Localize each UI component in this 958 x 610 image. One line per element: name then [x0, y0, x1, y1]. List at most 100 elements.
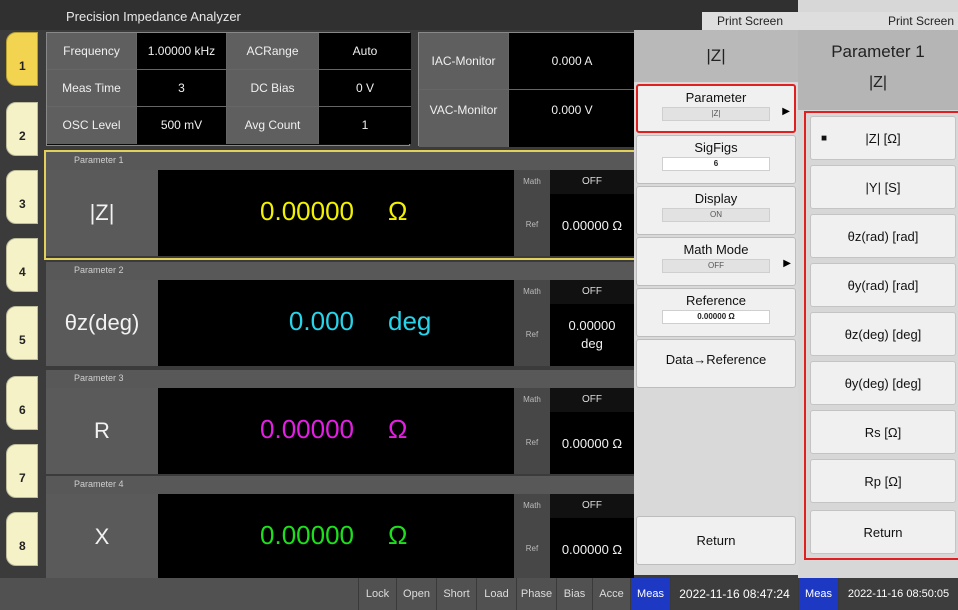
channel-tab-7[interactable]: 7 — [6, 444, 38, 498]
ref-value: 0.00000 Ω — [561, 541, 623, 557]
frequency-label[interactable]: Frequency — [47, 33, 137, 70]
parameter-menu-title: Parameter 1 — [831, 42, 925, 61]
parameter-value: 0.00000 — [260, 520, 354, 550]
parameter-reading: 0.00000 Ω — [158, 494, 514, 580]
parameter-panel-4[interactable]: Parameter 4 X 0.00000 Ω Math OFF Ref 0.0… — [46, 476, 634, 582]
option-thetaz-deg[interactable]: θz(deg) [deg] — [810, 312, 956, 356]
triangle-right-icon: ▶ — [782, 106, 790, 117]
parameter-menu-subtitle: |Z| — [868, 74, 888, 91]
data-reference-button[interactable]: Data→Reference — [636, 339, 796, 388]
parameter-panel-3[interactable]: Parameter 3 R 0.00000 Ω Math OFF Ref 0.0… — [46, 370, 634, 476]
math-value: OFF — [550, 170, 634, 194]
parameter-menu-header: Parameter 1 |Z| — [798, 30, 958, 110]
math-label: Math — [514, 494, 550, 518]
ref-value: 0.00000 deg — [568, 318, 616, 351]
parameter-side: Math OFF Ref 0.00000 deg — [514, 280, 634, 366]
iac-monitor-label: IAC-Monitor — [419, 33, 509, 90]
status-bias: Bias — [556, 578, 592, 610]
osclevel-label[interactable]: OSC Level — [47, 107, 137, 144]
avgcount-value[interactable]: 1 — [319, 107, 411, 144]
print-screen-button[interactable]: Print Screen — [702, 12, 798, 30]
option-thetay-rad[interactable]: θy(rad) [rad] — [810, 263, 956, 307]
parameter-panel-1[interactable]: Parameter 1 |Z| 0.00000 Ω Math OFF Ref 0… — [44, 150, 636, 260]
menu-return-button[interactable]: Return — [810, 510, 956, 554]
math-value: OFF — [550, 388, 634, 412]
option-rp[interactable]: Rp [Ω] — [810, 459, 956, 503]
parameter-value: 0.00000 — [260, 196, 354, 226]
selected-marker-icon: ■ — [821, 133, 828, 144]
parameter-reading: 0.00000 Ω — [158, 170, 514, 256]
osclevel-value[interactable]: 500 mV — [137, 107, 227, 144]
channel-tab-5[interactable]: 5 — [6, 306, 38, 360]
parameter-menu-window: Print Screen Parameter 1 |Z| ■ |Z| [Ω] |… — [798, 0, 958, 610]
ref-label: Ref — [514, 194, 550, 256]
display-label: Display — [694, 191, 738, 206]
sigfigs-label: SigFigs — [694, 140, 738, 155]
display-softkey[interactable]: Display ON — [636, 186, 796, 235]
channel-tab-1[interactable]: 1 — [6, 32, 38, 86]
math-label: Math — [514, 388, 550, 412]
title-bar: Precision Impedance Analyzer Print Scree… — [0, 0, 798, 30]
triangle-right-icon: ▶ — [783, 258, 791, 269]
meas-indicator: Meas — [630, 578, 670, 610]
math-value: OFF — [550, 494, 634, 518]
option-z-ohm[interactable]: ■ |Z| [Ω] — [810, 116, 956, 160]
mathmode-value: OFF — [662, 259, 770, 273]
mathmode-softkey[interactable]: Math Mode OFF ▶ — [636, 237, 796, 286]
acrange-value[interactable]: Auto — [319, 33, 411, 70]
option-thetay-deg[interactable]: θy(deg) [deg] — [810, 361, 956, 405]
sigfigs-value[interactable]: 6 — [662, 157, 770, 171]
monitor-panel: IAC-Monitor 0.000 A VAC-Monitor 0.000 V — [418, 32, 635, 147]
iac-monitor-value: 0.000 A — [509, 33, 635, 90]
app-title: Precision Impedance Analyzer — [66, 9, 241, 24]
math-label: Math — [514, 280, 550, 304]
parameter-unit: deg — [388, 306, 432, 336]
parameter-unit: Ω — [388, 520, 408, 550]
dcbias-label[interactable]: DC Bias — [227, 70, 319, 107]
meastime-label[interactable]: Meas Time — [47, 70, 137, 107]
option-rs[interactable]: Rs [Ω] — [810, 410, 956, 454]
avgcount-label[interactable]: Avg Count — [227, 107, 319, 144]
measurement-settings: Frequency 1.00000 kHz ACRange Auto Meas … — [46, 32, 411, 146]
vac-monitor-value: 0.000 V — [509, 90, 635, 147]
dcbias-value[interactable]: 0 V — [319, 70, 411, 107]
meastime-value[interactable]: 3 — [137, 70, 227, 107]
status-lock: Lock — [358, 578, 396, 610]
option-y-siemens[interactable]: |Y| [S] — [810, 165, 956, 209]
channel-tab-3[interactable]: 3 — [6, 170, 38, 224]
status-short: Short — [436, 578, 476, 610]
softkey-header: |Z| — [634, 30, 798, 82]
status-open: Open — [396, 578, 436, 610]
sigfigs-softkey[interactable]: SigFigs 6 — [636, 135, 796, 184]
parameter-name: R — [46, 388, 158, 474]
reference-softkey[interactable]: Reference 0.00000 Ω — [636, 288, 796, 337]
reference-label: Reference — [686, 293, 746, 308]
channel-tab-2[interactable]: 2 — [6, 102, 38, 156]
status-bar: Lock Open Short Load Phase Bias Acce Mea… — [0, 578, 798, 610]
math-label: Math — [514, 170, 550, 194]
parameter-name: X — [46, 494, 158, 580]
parameter-panel-2[interactable]: Parameter 2 θz(deg) 0.000 deg Math OFF R… — [46, 262, 634, 368]
parameter-softkey-label: Parameter — [685, 90, 747, 105]
return-button[interactable]: Return — [636, 516, 796, 565]
ref-value: 0.00000 Ω — [561, 217, 623, 233]
parameter-softkey[interactable]: Parameter |Z| ▶ — [636, 84, 796, 133]
print-screen-button[interactable]: Print Screen — [798, 12, 958, 30]
acrange-label[interactable]: ACRange — [227, 33, 319, 70]
timestamp: 2022-11-16 08:47:24 — [670, 578, 798, 610]
softkey-column: |Z| Parameter |Z| ▶ SigFigs 6 Display ON… — [634, 30, 798, 575]
channel-tab-4[interactable]: 4 — [6, 238, 38, 292]
parameter-header: Parameter 2 — [46, 262, 634, 280]
parameter-reading: 0.00000 Ω — [158, 388, 514, 474]
frequency-value[interactable]: 1.00000 kHz — [137, 33, 227, 70]
channel-tab-8[interactable]: 8 — [6, 512, 38, 566]
ref-label: Ref — [514, 518, 550, 580]
reference-value[interactable]: 0.00000 Ω — [662, 310, 770, 324]
parameter-unit: Ω — [388, 196, 408, 226]
parameter-side: Math OFF Ref 0.00000 Ω — [514, 170, 634, 256]
ref-value: 0.00000 Ω — [561, 435, 623, 451]
option-thetaz-rad[interactable]: θz(rad) [rad] — [810, 214, 956, 258]
menu-status-bar: Meas 2022-11-16 08:50:05 — [798, 578, 958, 610]
ref-label: Ref — [514, 412, 550, 474]
channel-tab-6[interactable]: 6 — [6, 376, 38, 430]
